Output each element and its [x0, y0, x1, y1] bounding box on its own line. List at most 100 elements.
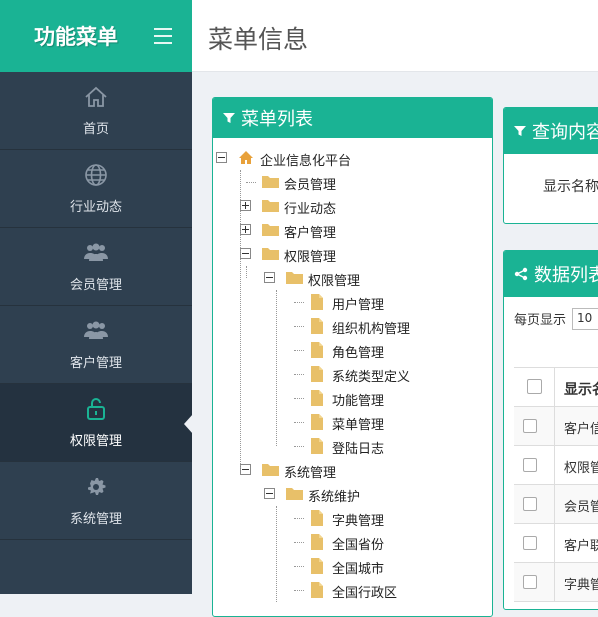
- tree-node-label: 组织机构管理: [332, 322, 411, 337]
- table-row[interactable]: 客户联系: [514, 524, 598, 563]
- file-icon: [310, 582, 324, 602]
- tree-node[interactable]: 登陆日志: [213, 434, 492, 458]
- tree-node[interactable]: 全国城市: [213, 554, 492, 578]
- users-icon: [83, 240, 109, 274]
- table-cell: 客户联系: [564, 539, 598, 554]
- row-checkbox[interactable]: [523, 419, 537, 433]
- menu-tree-panel: 菜单列表 企业信息化平台 会员管理 行业动态 客户管理 权限管理 权限管理 用户管理 组织机构…: [212, 97, 493, 617]
- table-row[interactable]: 权限管理: [514, 446, 598, 485]
- query-header: 查询内容: [504, 108, 598, 154]
- tree-node[interactable]: 组织机构管理: [213, 314, 492, 338]
- sidebar-item-label: 首页: [82, 122, 109, 137]
- tree-node-label: 会员管理: [284, 178, 337, 193]
- collapse-icon[interactable]: [264, 272, 275, 283]
- sidebar: 功能菜单 首页行业动态 会员管理 客户管理权限管理系统管理: [0, 0, 193, 594]
- query-panel: 查询内容 显示名称: [503, 107, 598, 224]
- file-icon: [310, 438, 324, 458]
- tree-node[interactable]: 企业信息化平台: [213, 146, 492, 170]
- display-name-label: 显示名称: [543, 179, 598, 195]
- tree-node[interactable]: 系统类型定义: [213, 362, 492, 386]
- collapse-icon[interactable]: [240, 248, 251, 259]
- sidebar-item-label: 系统管理: [69, 512, 122, 527]
- folder-icon: [286, 270, 303, 288]
- folder-icon: [262, 462, 279, 480]
- tree-node[interactable]: 用户管理: [213, 290, 492, 314]
- sidebar-item-3[interactable]: 客户管理: [0, 306, 192, 384]
- tree-node-label: 全国城市: [332, 562, 385, 577]
- tree-node[interactable]: 全国行政区: [213, 578, 492, 602]
- file-icon: [310, 366, 324, 386]
- tree-node-label: 企业信息化平台: [260, 154, 352, 169]
- tree-node-label: 系统管理: [284, 466, 337, 481]
- table-cell: 字典管理: [564, 578, 598, 593]
- share-icon: [514, 267, 528, 281]
- file-icon: [310, 558, 324, 578]
- expand-icon[interactable]: [240, 224, 251, 235]
- tree-node-label: 字典管理: [332, 514, 385, 529]
- tree-node[interactable]: 权限管理: [213, 242, 492, 266]
- tree-node[interactable]: 功能管理: [213, 386, 492, 410]
- table-row[interactable]: 客户信息: [514, 407, 598, 446]
- sidebar-item-5[interactable]: 系统管理: [0, 462, 192, 540]
- row-checkbox[interactable]: [523, 458, 537, 472]
- select-all-checkbox[interactable]: [527, 379, 542, 394]
- table-row[interactable]: 会员管理: [514, 485, 598, 524]
- tree-node-label: 登陆日志: [332, 442, 385, 457]
- data-table: 显示名称客户信息权限管理会员管理客户联系字典管理: [514, 367, 598, 602]
- tree-node-label: 功能管理: [332, 394, 385, 409]
- page-title: 菜单信息: [208, 25, 309, 54]
- lock-icon: [83, 396, 109, 430]
- table-header-row: 显示名称: [514, 368, 598, 407]
- filter-icon: [223, 113, 235, 123]
- table-cell: 权限管理: [564, 461, 598, 476]
- sidebar-title: 功能菜单: [34, 25, 118, 49]
- collapse-icon[interactable]: [240, 464, 251, 475]
- folder-icon: [262, 246, 279, 264]
- sidebar-item-2[interactable]: 会员管理: [0, 228, 192, 306]
- column-header: 显示名称: [564, 382, 598, 398]
- folder-icon: [262, 174, 279, 192]
- tree-node[interactable]: 全国省份: [213, 530, 492, 554]
- tree-node[interactable]: 客户管理: [213, 218, 492, 242]
- sidebar-item-label: 权限管理: [69, 434, 122, 449]
- sidebar-item-1[interactable]: 行业动态: [0, 150, 192, 228]
- tree-node-label: 角色管理: [332, 346, 385, 361]
- data-list-title: 数据列表: [534, 265, 598, 286]
- collapse-icon[interactable]: [264, 488, 275, 499]
- tree-node[interactable]: 权限管理: [213, 266, 492, 290]
- folder-icon: [262, 198, 279, 216]
- folder-icon: [262, 222, 279, 240]
- file-icon: [310, 294, 324, 314]
- header: 菜单信息: [192, 0, 598, 72]
- tree-node[interactable]: 行业动态: [213, 194, 492, 218]
- tree-node-label: 客户管理: [284, 226, 337, 241]
- gear-icon: [83, 474, 109, 508]
- row-checkbox[interactable]: [523, 497, 537, 511]
- row-checkbox[interactable]: [523, 575, 537, 589]
- tree-node[interactable]: 系统管理: [213, 458, 492, 482]
- users-icon: [83, 318, 109, 352]
- sidebar-item-4[interactable]: 权限管理: [0, 384, 193, 462]
- globe-icon: [83, 162, 109, 196]
- tree-node[interactable]: 角色管理: [213, 338, 492, 362]
- file-icon: [310, 318, 324, 338]
- tree-node[interactable]: 菜单管理: [213, 410, 492, 434]
- data-list-header: 数据列表: [504, 251, 598, 297]
- sidebar-item-0[interactable]: 首页: [0, 72, 192, 150]
- filter-icon: [514, 126, 526, 136]
- collapse-icon[interactable]: [216, 152, 227, 163]
- row-checkbox[interactable]: [523, 536, 537, 550]
- file-icon: [310, 534, 324, 554]
- table-row[interactable]: 字典管理: [514, 563, 598, 602]
- per-page-select[interactable]: 10: [572, 308, 598, 330]
- expand-icon[interactable]: [240, 200, 251, 211]
- menu-toggle-icon[interactable]: [154, 28, 172, 49]
- file-icon: [310, 414, 324, 434]
- folder-icon: [286, 486, 303, 504]
- tree-node[interactable]: 字典管理: [213, 506, 492, 530]
- table-cell: 会员管理: [564, 500, 598, 515]
- tree-node[interactable]: 会员管理: [213, 170, 492, 194]
- tree-node-label: 全国省份: [332, 538, 385, 553]
- tree-node[interactable]: 系统维护: [213, 482, 492, 506]
- per-page-label: 每页显示: [514, 313, 567, 328]
